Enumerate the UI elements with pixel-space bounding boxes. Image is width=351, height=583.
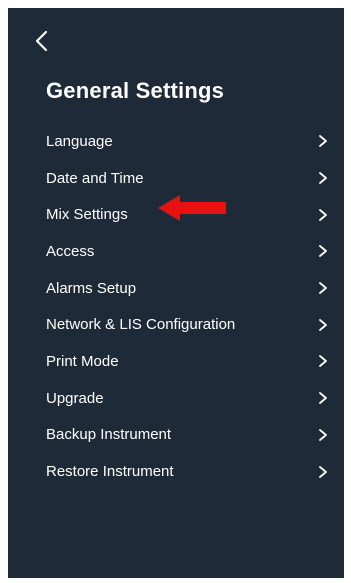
menu-item-access[interactable]: Access <box>8 233 344 270</box>
back-button[interactable] <box>30 28 54 54</box>
menu-item-label: Restore Instrument <box>46 463 174 481</box>
settings-panel: General Settings Language Date and Time … <box>8 8 344 578</box>
menu-item-network-lis-configuration[interactable]: Network & LIS Configuration <box>8 306 344 343</box>
menu-item-label: Date and Time <box>46 169 144 187</box>
menu-item-label: Upgrade <box>46 389 104 407</box>
menu-item-restore-instrument[interactable]: Restore Instrument <box>8 453 344 490</box>
menu-item-label: Print Mode <box>46 352 119 370</box>
chevron-right-icon <box>318 134 328 148</box>
chevron-right-icon <box>318 428 328 442</box>
menu-item-print-mode[interactable]: Print Mode <box>8 343 344 380</box>
chevron-right-icon <box>318 281 328 295</box>
settings-menu: Language Date and Time Mix Settings Acce… <box>8 123 344 490</box>
menu-item-label: Network & LIS Configuration <box>46 316 236 334</box>
menu-item-label: Access <box>46 242 95 260</box>
page-title: General Settings <box>46 78 225 103</box>
menu-item-upgrade[interactable]: Upgrade <box>8 380 344 417</box>
chevron-right-icon <box>318 244 328 258</box>
screenshot-frame: General Settings Language Date and Time … <box>0 0 351 583</box>
chevron-right-icon <box>318 318 328 332</box>
chevron-left-icon <box>35 30 48 52</box>
menu-item-label: Backup Instrument <box>46 426 172 444</box>
red-arrow-left-icon <box>158 193 228 223</box>
menu-item-language[interactable]: Language <box>8 123 344 160</box>
menu-item-label: Alarms Setup <box>46 279 137 297</box>
chevron-right-icon <box>318 208 328 222</box>
chevron-right-icon <box>318 465 328 479</box>
menu-item-alarms-setup[interactable]: Alarms Setup <box>8 270 344 307</box>
menu-item-label: Language <box>46 132 113 150</box>
menu-item-date-and-time[interactable]: Date and Time <box>8 160 344 197</box>
menu-item-label: Mix Settings <box>46 206 128 224</box>
chevron-right-icon <box>318 171 328 185</box>
chevron-right-icon <box>318 354 328 368</box>
chevron-right-icon <box>318 391 328 405</box>
menu-item-backup-instrument[interactable]: Backup Instrument <box>8 417 344 454</box>
